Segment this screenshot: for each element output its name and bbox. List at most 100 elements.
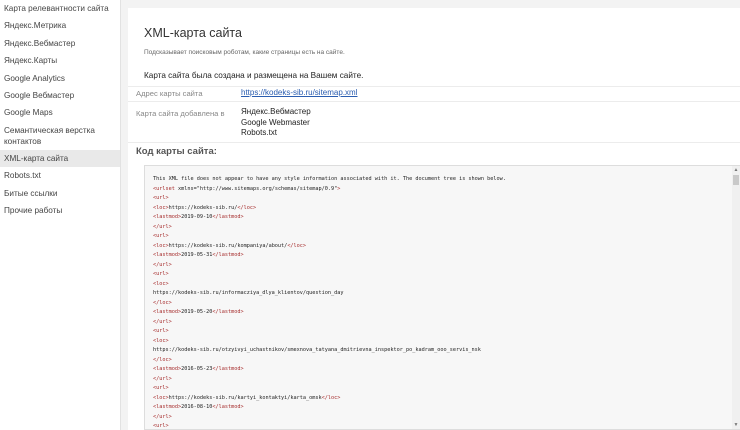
- added-list: Яндекс.Вебмастер Google Webmaster Robots…: [241, 107, 311, 139]
- code-tag: </loc>: [321, 394, 341, 401]
- code-line: <lastmod>2019-05-31</lastmod>: [153, 251, 506, 261]
- divider: [128, 86, 740, 87]
- code-line: </url>: [153, 223, 506, 233]
- code-tag: </lastmod>: [212, 214, 244, 220]
- code-tag: </url>: [153, 413, 172, 420]
- code-text: https://kodeks-sib.ru/: [168, 204, 238, 211]
- code-line: <url>: [153, 232, 506, 242]
- scrollbar[interactable]: ▲ ▼: [732, 166, 740, 429]
- code-tag: </loc>: [237, 204, 257, 211]
- added-label: Карта сайта добавлена в: [136, 109, 225, 118]
- divider: [128, 101, 740, 102]
- added-item-google: Google Webmaster: [241, 117, 310, 127]
- code-tag: <url>: [153, 385, 169, 391]
- code-line: <loc>https://kodeks-sib.ru/</loc>: [153, 204, 506, 214]
- code-line: </url>: [153, 375, 506, 385]
- code-tag: </lastmod>: [212, 309, 244, 315]
- sidebar-item-yandex-maps[interactable]: Яндекс.Карты: [0, 52, 120, 69]
- sidebar-item-other-works[interactable]: Прочие работы: [0, 202, 120, 219]
- code-tag: <loc>: [153, 280, 169, 287]
- code-tag: <lastmod>: [153, 214, 182, 220]
- code-tag: <loc>: [153, 204, 169, 211]
- code-line: <url>: [153, 422, 506, 429]
- code-line: <url>: [153, 194, 506, 204]
- code-text: https://kodeks-sib.ru/kartyi_kontaktyi/k…: [168, 394, 322, 401]
- code-tag: <lastmod>: [153, 309, 182, 315]
- sidebar-item-yandex-webmaster[interactable]: Яндекс.Вебмастер: [0, 35, 120, 52]
- added-item-yandex: Яндекс.Вебмастер: [241, 107, 311, 116]
- triangle-up-icon[interactable]: ▲: [733, 167, 739, 173]
- sidebar-item-google-analytics[interactable]: Google Analytics: [0, 70, 120, 87]
- code-line: <url>: [153, 270, 506, 280]
- code-text: xmlns="http://www.sitemaps.org/schemas/s…: [174, 185, 338, 192]
- code-line: </url>: [153, 261, 506, 271]
- code-text: 2016-05-23: [181, 366, 213, 372]
- code-text: This XML file does not appear to have an…: [153, 176, 506, 182]
- code-line: </url>: [153, 413, 506, 423]
- sidebar-item-broken-links[interactable]: Битые ссылки: [0, 185, 120, 202]
- code-line: https://kodeks-sib.ru/otzyivyi_uchastnik…: [153, 346, 506, 356]
- sidebar-item-xml-sitemap[interactable]: XML-карта сайта: [0, 149, 120, 168]
- code-tag: <loc>: [153, 394, 169, 401]
- main-panel: XML-карта сайта Подсказывает поисковым р…: [128, 8, 740, 430]
- code-tag: <lastmod>: [153, 404, 182, 410]
- code-tag: </url>: [153, 261, 172, 268]
- code-tag: </loc>: [153, 299, 172, 306]
- divider: [128, 142, 740, 143]
- code-text: 2016-08-10: [181, 404, 213, 410]
- address-label: Адрес карты сайта: [136, 89, 203, 98]
- code-tag: <url>: [153, 423, 169, 429]
- code-tag: <url>: [153, 271, 169, 277]
- code-line: <url>: [153, 384, 506, 394]
- code-line: <loc>: [153, 280, 506, 290]
- code-tag: </loc>: [287, 242, 307, 249]
- code-text: 2019-05-31: [181, 252, 213, 258]
- code-line: <lastmod>2016-08-10</lastmod>: [153, 403, 506, 413]
- sidebar-item-google-maps[interactable]: Google Maps: [0, 104, 120, 121]
- code-text: 2019-05-20: [181, 309, 213, 315]
- code-line: <loc>https://kodeks-sib.ru/kompaniya/abo…: [153, 242, 506, 252]
- sidebar-item-yandex-metrika[interactable]: Яндекс.Метрика: [0, 17, 120, 34]
- code-line: <urlset xmlns="http://www.sitemaps.org/s…: [153, 185, 506, 195]
- code-text: https://kodeks-sib.ru/kompaniya/about/: [168, 242, 288, 249]
- code-tag: </url>: [153, 375, 172, 382]
- code-text: https://kodeks-sib.ru/informacziya_dlya_…: [153, 290, 344, 296]
- page-subtitle: Подсказывает поисковым роботам, какие ст…: [144, 49, 345, 56]
- code-line: <lastmod>2019-05-20</lastmod>: [153, 308, 506, 318]
- code-tag: <urlset: [153, 185, 175, 192]
- code-tag: <lastmod>: [153, 252, 182, 258]
- code-line: https://kodeks-sib.ru/informacziya_dlya_…: [153, 289, 506, 299]
- code-line: </loc>: [153, 299, 506, 309]
- code-line: <loc>https://kodeks-sib.ru/kartyi_kontak…: [153, 394, 506, 404]
- code-text: 2019-09-10: [181, 214, 213, 220]
- code-tag: </loc>: [153, 356, 172, 363]
- code-tag: >: [337, 185, 341, 192]
- scroll-thumb[interactable]: [733, 175, 739, 185]
- sidebar-item-semantic-markup[interactable]: Семантическая верстка контактов: [0, 122, 120, 150]
- code-tag: </url>: [153, 318, 172, 325]
- triangle-down-icon[interactable]: ▼: [733, 422, 739, 428]
- code-tag: <url>: [153, 195, 169, 201]
- code-line: </url>: [153, 318, 506, 328]
- code-content: This XML file does not appear to have an…: [153, 175, 506, 429]
- status-message: Карта сайта была создана и размещена на …: [144, 71, 364, 80]
- code-line: This XML file does not appear to have an…: [153, 175, 506, 185]
- code-tag: <loc>: [153, 242, 169, 249]
- sidebar-item-robots[interactable]: Robots.txt: [0, 167, 120, 184]
- sidebar-item-relevance-map[interactable]: Карта релевантности сайта: [0, 0, 120, 17]
- sidebar: Карта релевантности сайта Яндекс.Метрика…: [0, 0, 121, 430]
- code-tag: </lastmod>: [212, 366, 244, 372]
- code-line: <loc>: [153, 337, 506, 347]
- code-tag: <url>: [153, 233, 169, 239]
- code-line: </loc>: [153, 356, 506, 366]
- sidebar-item-google-webmaster[interactable]: Google Вебмастер: [0, 87, 120, 104]
- code-viewer[interactable]: This XML file does not appear to have an…: [144, 165, 740, 430]
- page-title: XML-карта сайта: [144, 26, 242, 40]
- code-tag: </url>: [153, 223, 172, 230]
- code-tag: <url>: [153, 328, 169, 334]
- code-tag: </lastmod>: [212, 252, 244, 258]
- code-tag: <loc>: [153, 337, 169, 344]
- code-line: <lastmod>2016-05-23</lastmod>: [153, 365, 506, 375]
- sitemap-link[interactable]: https://kodeks-sib.ru/sitemap.xml: [241, 88, 357, 99]
- added-item-robots: Robots.txt: [241, 128, 278, 137]
